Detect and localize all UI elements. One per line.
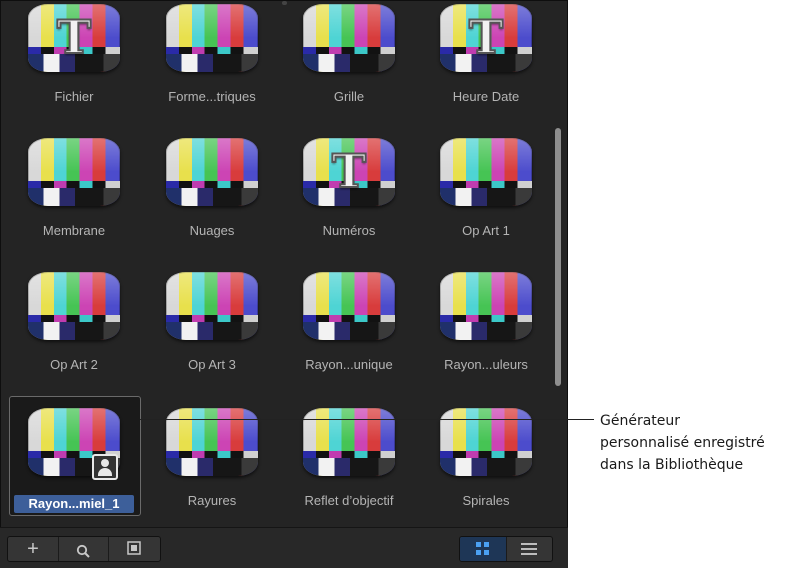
preview-button[interactable]	[108, 537, 160, 561]
generator-label: Spirales	[462, 493, 510, 508]
search-button[interactable]	[58, 537, 109, 561]
generator-item[interactable]: Forme...triques	[147, 0, 277, 118]
user-badge-icon	[92, 454, 118, 480]
color-bars-thumbnail-icon	[166, 272, 258, 340]
generator-item[interactable]: Reflet d’objectif	[284, 396, 414, 522]
generator-item[interactable]: Rayon...uleurs	[421, 260, 548, 386]
generator-label: Forme...triques	[168, 89, 256, 104]
color-bars-thumbnail-icon	[303, 4, 395, 72]
generator-label: Op Art 3	[188, 357, 236, 372]
add-button[interactable]: +	[8, 537, 59, 561]
color-bars-thumbnail-icon: T	[440, 4, 532, 72]
callout-leader-line	[140, 419, 594, 420]
generator-label: Grille	[333, 89, 365, 104]
icon-view-button[interactable]	[460, 537, 507, 561]
generator-label: Rayon...uleurs	[444, 357, 528, 372]
text-generator-icon: T	[468, 9, 504, 65]
color-bars-thumbnail-icon	[440, 272, 532, 340]
library-toolbar: +	[0, 527, 568, 568]
plus-icon: +	[27, 537, 39, 560]
generator-grid: T Fichier Forme...triques Grille T Heure Date…	[0, 0, 548, 527]
color-bars-thumbnail-icon	[28, 138, 120, 206]
generator-item[interactable]: Rayon...unique	[284, 260, 414, 386]
color-bars-thumbnail-icon: T	[28, 4, 120, 72]
generator-label: Rayures	[187, 493, 237, 508]
generator-item[interactable]: Nuages	[147, 126, 277, 252]
generator-label: Rayon...unique	[305, 357, 393, 372]
search-icon	[76, 542, 90, 558]
generator-label: Fichier	[54, 89, 94, 104]
callout-annotation: Générateur personnalisé enregistré dans …	[600, 410, 798, 476]
generator-label: Nuages	[189, 223, 235, 238]
list-view-icon	[521, 543, 537, 555]
scroll-thumb[interactable]	[555, 128, 561, 386]
preview-icon	[127, 539, 141, 560]
generator-item[interactable]: T Fichier	[9, 0, 139, 118]
color-bars-thumbnail-icon	[28, 272, 120, 340]
callout-line-1: Générateur	[600, 413, 681, 429]
color-bars-thumbnail-icon	[166, 138, 258, 206]
view-toggle-group	[459, 536, 553, 562]
grid-view-icon	[476, 542, 490, 556]
callout-line-2: personnalisé enregistré	[600, 435, 765, 451]
color-bars-thumbnail-icon: T	[303, 138, 395, 206]
callout-line-3: dans la Bibliothèque	[600, 457, 744, 473]
generator-item[interactable]: Grille	[284, 0, 414, 118]
color-bars-thumbnail-icon	[440, 138, 532, 206]
generator-item[interactable]: T Numéros	[284, 126, 414, 252]
generator-item[interactable]: Op Art 1	[421, 126, 548, 252]
generator-item[interactable]: T Heure Date	[421, 0, 548, 118]
generator-library-panel: T Fichier Forme...triques Grille T Heure Date…	[0, 0, 568, 568]
generator-label: Reflet d’objectif	[304, 493, 394, 508]
generator-item[interactable]: Membrane	[9, 126, 139, 252]
generator-item[interactable]: Rayon...miel_1	[9, 396, 141, 522]
left-button-group: +	[7, 536, 161, 562]
color-bars-thumbnail-icon	[303, 272, 395, 340]
generator-label: Rayon...miel_1	[14, 495, 134, 513]
generator-item[interactable]: Rayures	[147, 396, 277, 522]
color-bars-thumbnail-icon	[166, 4, 258, 72]
vertical-scrollbar[interactable]	[553, 26, 563, 522]
generator-item[interactable]: Spirales	[421, 396, 548, 522]
generator-label: Op Art 1	[462, 223, 510, 238]
generator-label: Numéros	[322, 223, 376, 238]
generator-label: Op Art 2	[50, 357, 98, 372]
generator-label: Heure Date	[452, 89, 520, 104]
text-generator-icon: T	[331, 143, 367, 199]
generator-item[interactable]: Op Art 3	[147, 260, 277, 386]
list-view-button[interactable]	[506, 537, 552, 561]
generator-label: Membrane	[42, 223, 106, 238]
generator-item[interactable]: Op Art 2	[9, 260, 139, 386]
text-generator-icon: T	[56, 9, 92, 65]
